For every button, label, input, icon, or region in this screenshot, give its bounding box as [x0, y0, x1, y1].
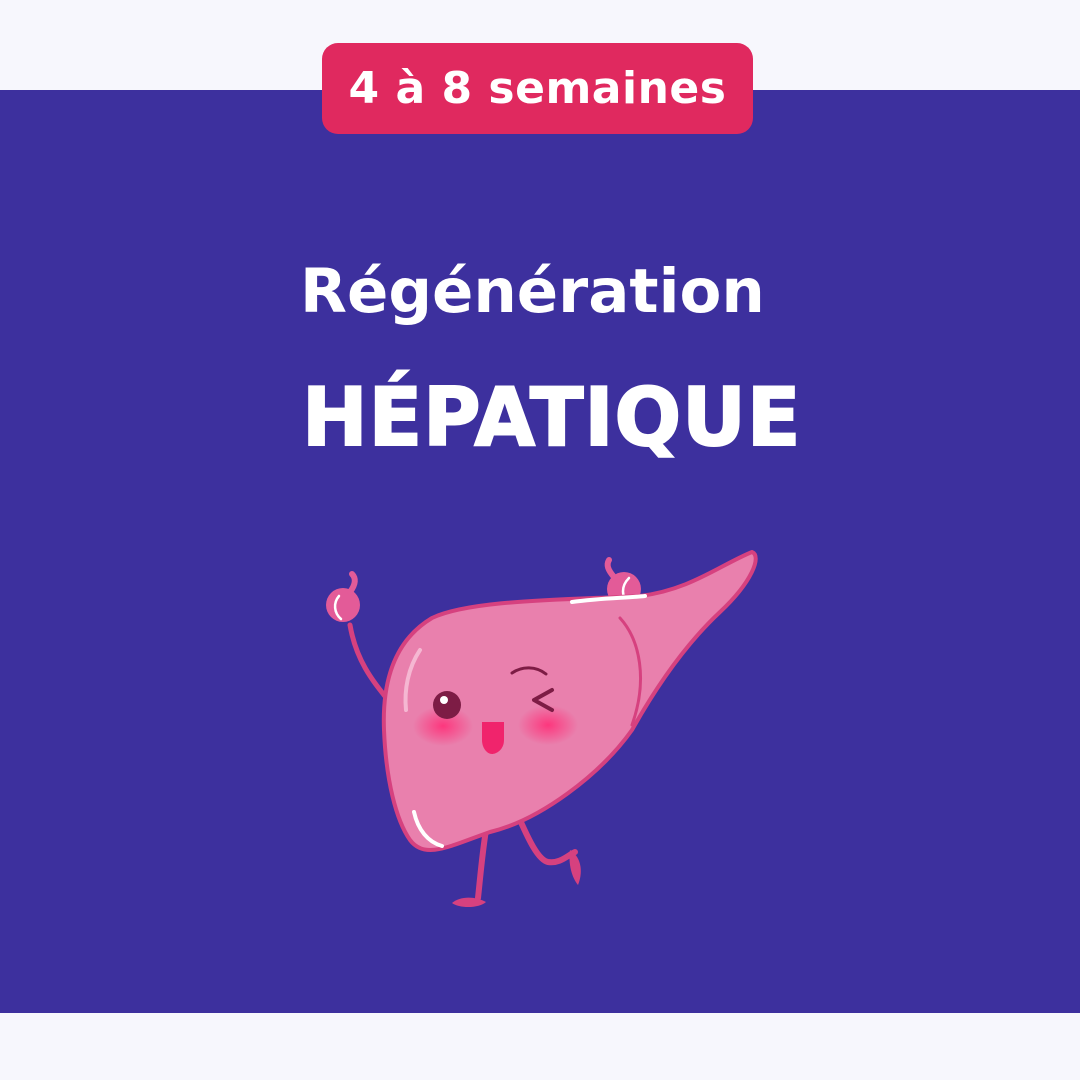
heading-line-2: HÉPATIQUE: [301, 370, 802, 465]
duration-badge: 4 à 8 semaines: [322, 43, 753, 134]
left-arm: [326, 571, 391, 703]
liver-mascot-icon: [326, 550, 758, 908]
heading-line-1: Régénération: [300, 256, 765, 327]
duration-badge-label: 4 à 8 semaines: [348, 63, 727, 114]
